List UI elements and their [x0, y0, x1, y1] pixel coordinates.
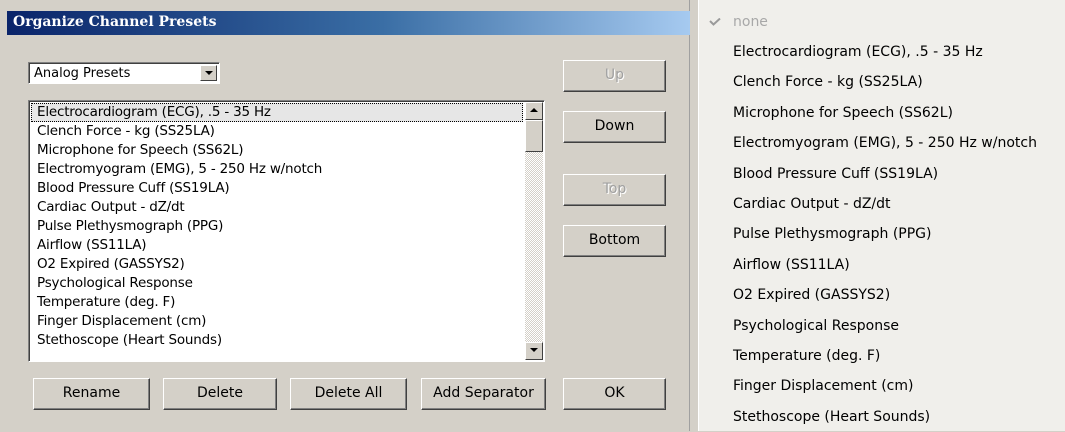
organize-presets-dialog: Organize Channel Presets Analog Presets … — [0, 0, 690, 431]
list-item[interactable]: Electromyogram (EMG), 5 - 250 Hz w/notch — [31, 160, 523, 179]
menu-item[interactable]: Pulse Plethysmograph (PPG) — [699, 219, 1065, 249]
arrow-up-icon — [530, 108, 538, 112]
delete-button[interactable]: Delete — [163, 378, 277, 410]
list-item[interactable]: Cardiac Output - dZ/dt — [31, 198, 523, 217]
menu-item-label: none — [733, 14, 768, 30]
list-item[interactable]: Airflow (SS11LA) — [31, 236, 523, 255]
scroll-up-button[interactable] — [525, 102, 543, 120]
menu-item[interactable]: Blood Pressure Cuff (SS19LA) — [699, 159, 1065, 189]
rename-button[interactable]: Rename — [33, 378, 150, 410]
list-item[interactable]: Psychological Response — [31, 274, 523, 293]
list-item[interactable]: Blood Pressure Cuff (SS19LA) — [31, 179, 523, 198]
menu-item-none: none — [699, 7, 1065, 37]
menu-item[interactable]: O2 Expired (GASSYS2) — [699, 280, 1065, 310]
menu-item[interactable]: Electrocardiogram (ECG), .5 - 35 Hz — [699, 37, 1065, 67]
add-separator-button[interactable]: Add Separator — [421, 378, 546, 410]
up-button[interactable]: Up — [563, 60, 666, 92]
menu-item[interactable]: Electromyogram (EMG), 5 - 250 Hz w/notch — [699, 128, 1065, 158]
chevron-down-icon — [205, 71, 213, 75]
list-item[interactable]: O2 Expired (GASSYS2) — [31, 255, 523, 274]
list-item[interactable]: Temperature (deg. F) — [31, 293, 523, 312]
menu-item[interactable]: Temperature (deg. F) — [699, 341, 1065, 371]
down-button[interactable]: Down — [563, 111, 666, 143]
list-item[interactable]: Stethoscope (Heart Sounds) — [31, 331, 523, 350]
presets-list: Electrocardiogram (ECG), .5 - 35 Hz Clenc… — [31, 103, 523, 350]
menu-item[interactable]: Psychological Response — [699, 311, 1065, 341]
preset-type-value: Analog Presets — [34, 66, 131, 81]
check-icon — [709, 18, 721, 26]
vertical-scrollbar[interactable] — [525, 102, 543, 360]
top-button[interactable]: Top — [563, 174, 666, 206]
menu-item[interactable]: Finger Displacement (cm) — [699, 371, 1065, 401]
list-item[interactable]: Pulse Plethysmograph (PPG) — [31, 217, 523, 236]
dropdown-button[interactable] — [200, 65, 217, 81]
preset-type-dropdown[interactable]: Analog Presets — [28, 62, 220, 84]
presets-popup-menu: none Electrocardiogram (ECG), .5 - 35 Hz… — [698, 0, 1065, 431]
list-item[interactable]: Finger Displacement (cm) — [31, 312, 523, 331]
menu-item[interactable]: Clench Force - kg (SS25LA) — [699, 67, 1065, 97]
delete-all-button[interactable]: Delete All — [290, 378, 407, 410]
dialog-title: Organize Channel Presets — [7, 11, 690, 35]
presets-listbox[interactable]: Electrocardiogram (ECG), .5 - 35 Hz Clenc… — [28, 100, 545, 362]
scrollbar-thumb[interactable] — [525, 120, 543, 152]
menu-item[interactable]: Airflow (SS11LA) — [699, 250, 1065, 280]
list-item[interactable]: Microphone for Speech (SS62L) — [31, 141, 523, 160]
scroll-down-button[interactable] — [525, 342, 543, 360]
menu-item[interactable]: Stethoscope (Heart Sounds) — [699, 402, 1065, 432]
menu-item[interactable]: Cardiac Output - dZ/dt — [699, 189, 1065, 219]
list-item[interactable]: Electrocardiogram (ECG), .5 - 35 Hz — [31, 103, 523, 122]
menu-item[interactable]: Microphone for Speech (SS62L) — [699, 98, 1065, 128]
ok-button[interactable]: OK — [563, 378, 666, 410]
bottom-button[interactable]: Bottom — [563, 225, 666, 257]
arrow-down-icon — [530, 348, 538, 352]
list-item[interactable]: Clench Force - kg (SS25LA) — [31, 122, 523, 141]
